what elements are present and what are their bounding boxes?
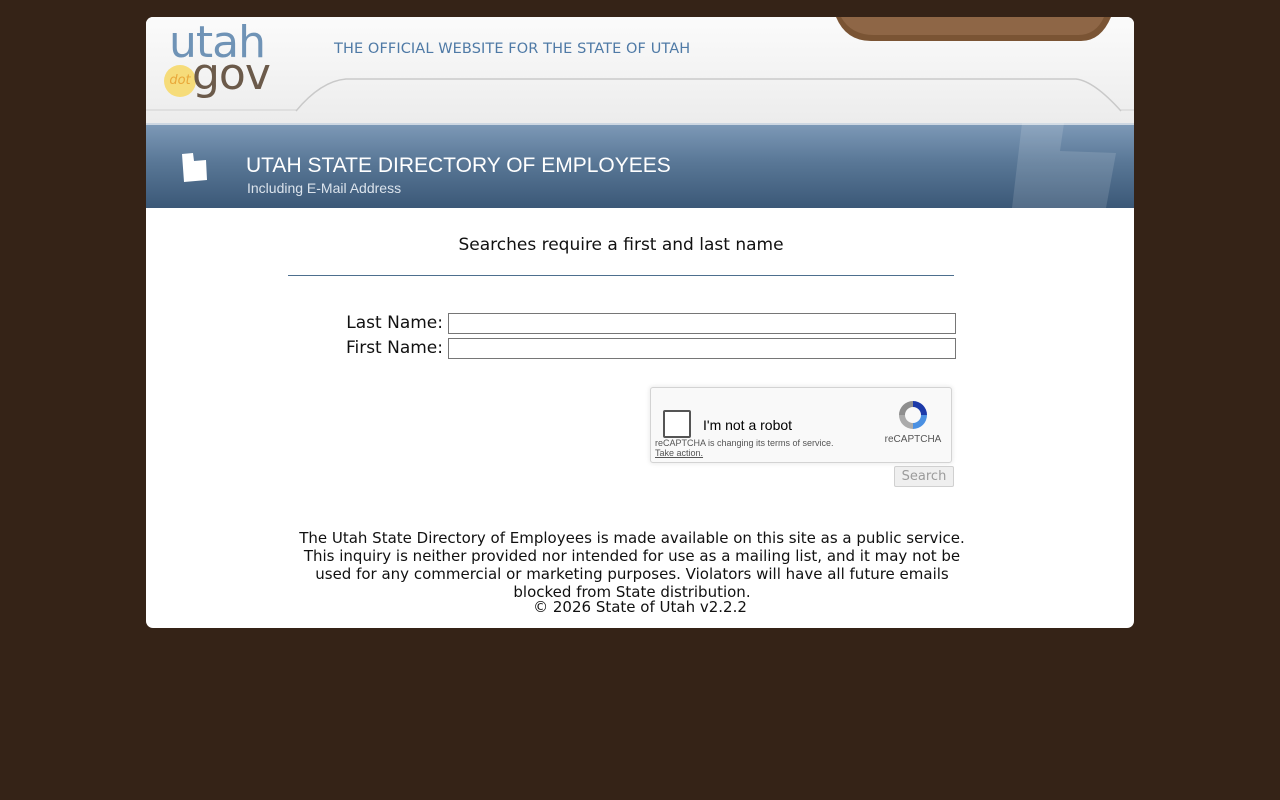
first-name-input[interactable] <box>448 338 956 359</box>
disclaimer-text: The Utah State Directory of Employees is… <box>299 529 965 601</box>
page-container: utah dot gov THE OFFICIAL WEBSITE FOR TH… <box>146 17 1134 628</box>
banner-top-border <box>146 123 1134 125</box>
logo-gov-text: gov <box>192 49 271 100</box>
page-subtitle: Including E-Mail Address <box>247 180 402 196</box>
recaptcha-checkbox[interactable] <box>663 410 691 438</box>
directory-banner: UTAH STATE DIRECTORY OF EMPLOYEES Includ… <box>146 123 1134 208</box>
banner-state-shape-decoration <box>1012 123 1116 208</box>
utah-gov-logo[interactable]: utah dot gov <box>164 17 276 105</box>
page-title: UTAH STATE DIRECTORY OF EMPLOYEES <box>246 154 671 177</box>
recaptcha-label: I'm not a robot <box>703 417 793 433</box>
copyright-text: © 2026 State of Utah v2.2.2 <box>533 598 747 616</box>
first-name-label: First Name: <box>345 338 443 358</box>
heading-divider <box>288 275 954 276</box>
recaptcha-widget: I'm not a robot reCAPTCHA is changing it… <box>650 387 952 463</box>
utah-state-icon <box>182 153 207 182</box>
search-button[interactable]: Search <box>894 466 954 487</box>
recaptcha-brand-text: reCAPTCHA <box>884 434 942 445</box>
last-name-label: Last Name: <box>346 313 443 333</box>
site-header: utah dot gov THE OFFICIAL WEBSITE FOR TH… <box>146 17 1134 123</box>
recaptcha-logo-icon <box>899 401 927 429</box>
search-requirement-heading: Searches require a first and last name <box>458 235 784 255</box>
recaptcha-take-action-link[interactable]: Take action. <box>655 448 703 458</box>
last-name-input[interactable] <box>448 313 956 334</box>
site-tagline: THE OFFICIAL WEBSITE FOR THE STATE OF UT… <box>334 41 691 57</box>
header-decoration <box>146 17 1134 112</box>
recaptcha-terms-notice: reCAPTCHA is changing its terms of servi… <box>655 438 834 448</box>
